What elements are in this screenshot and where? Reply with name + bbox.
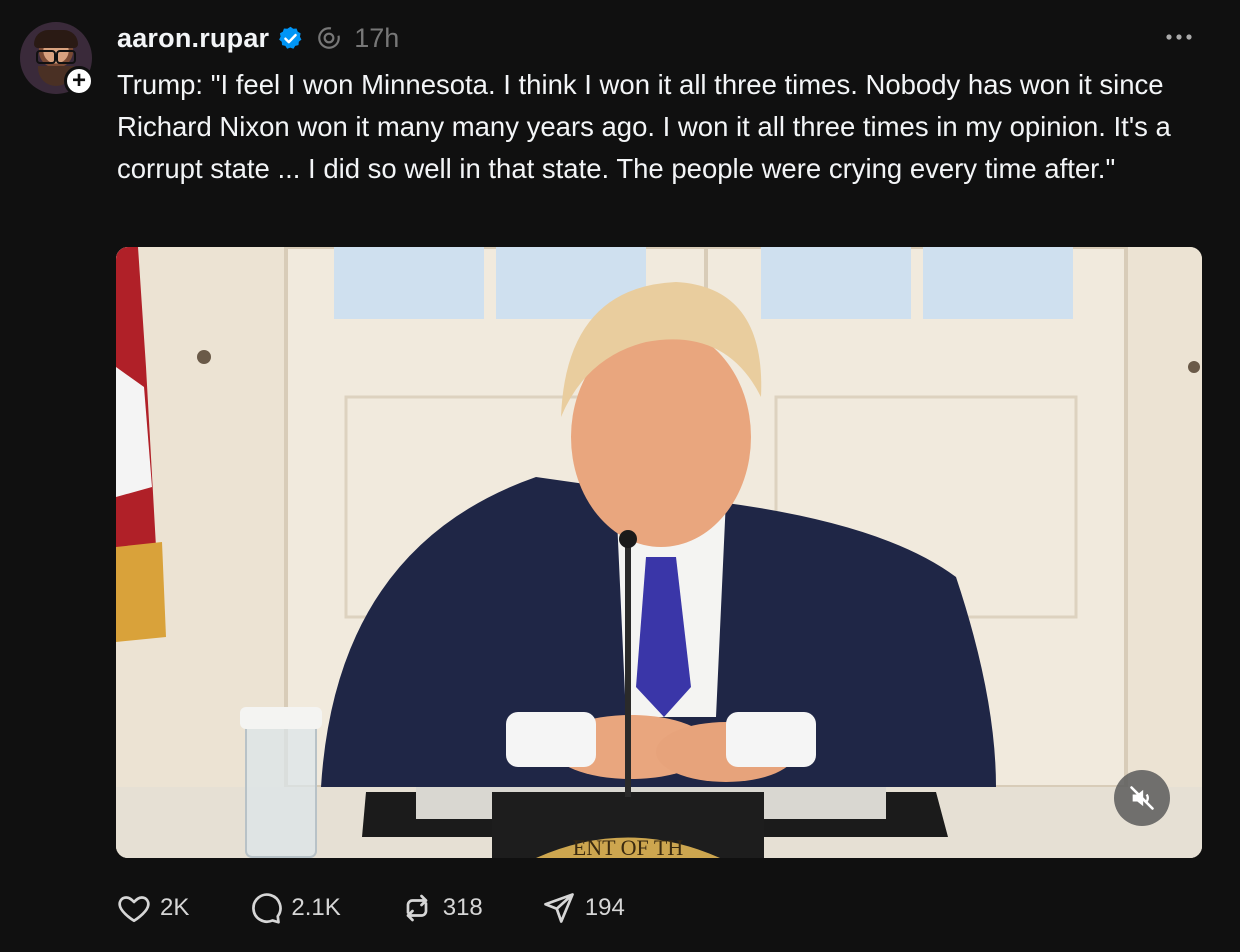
more-horizontal-icon <box>1166 34 1192 40</box>
repost-button[interactable]: 318 <box>399 890 483 926</box>
username-link[interactable]: aaron.rupar <box>117 23 269 54</box>
threads-icon <box>318 27 341 49</box>
post-timestamp[interactable]: 17h <box>354 23 399 54</box>
mute-toggle-button[interactable] <box>1114 770 1170 826</box>
more-options-button[interactable] <box>1164 22 1194 52</box>
reply-button[interactable]: 2.1K <box>247 890 341 926</box>
repost-count: 318 <box>442 894 483 921</box>
post-video[interactable]: ENT OF TH <box>116 247 1202 858</box>
post-text: Trump: "I feel I won Minnesota. I think … <box>117 69 1171 184</box>
post-actions: 2K 2.1K 318 194 <box>116 888 683 928</box>
post-header: aaron.rupar 17h <box>117 18 399 58</box>
video-frame: ENT OF TH <box>116 247 1202 858</box>
avatar-container[interactable]: + <box>20 22 94 96</box>
share-count: 194 <box>584 894 625 921</box>
share-button[interactable]: 194 <box>541 890 625 926</box>
send-icon <box>543 893 574 923</box>
seal-text: ENT OF TH <box>573 835 684 858</box>
like-count: 2K <box>160 894 190 921</box>
speaker-muted-icon <box>1130 786 1154 810</box>
verified-badge-icon <box>279 26 302 49</box>
follow-plus-icon[interactable]: + <box>64 66 94 96</box>
heart-icon <box>118 896 150 923</box>
thread-post: + aaron.rupar 17h Trump: "I feel I won M… <box>0 0 1240 952</box>
reply-count: 2.1K <box>291 894 341 921</box>
like-button[interactable]: 2K <box>116 890 189 926</box>
comment-icon <box>252 893 283 924</box>
repost-icon <box>406 894 428 922</box>
